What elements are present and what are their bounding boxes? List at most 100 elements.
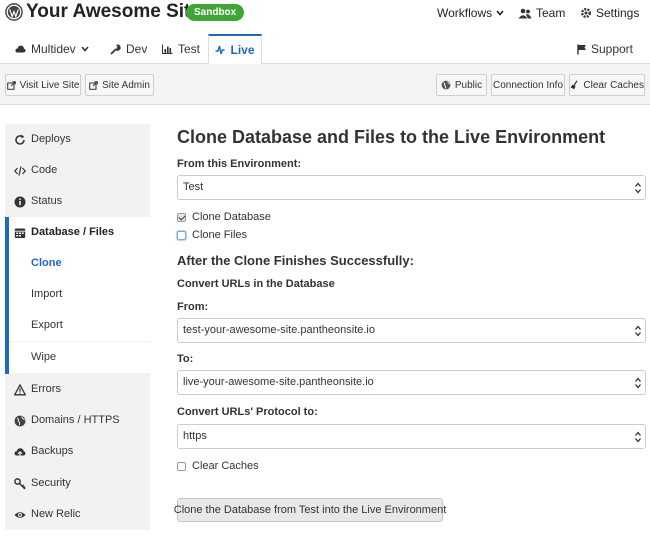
team-label: Team [536,6,566,20]
clone-database-label: Clone Database [192,211,271,223]
sidebar-item-export[interactable]: Export [5,310,150,341]
tab-live[interactable]: Live [208,34,262,65]
cloud-icon [15,45,26,53]
wordpress-logo-icon[interactable] [5,3,23,21]
from-url-label: From: [177,301,209,313]
sidebar-item-security[interactable]: Security [5,468,150,499]
site-admin-button[interactable]: Site Admin [85,74,154,96]
clone-database-option[interactable]: Clone Database [177,210,271,224]
sidebar-item-label: New Relic [31,508,81,520]
connection-info-button[interactable]: Connection Info [491,74,565,96]
clone-submit-button[interactable]: Clone the Database from Test into the Li… [174,498,446,522]
users-icon [518,8,532,18]
clone-database-checkbox[interactable] [177,212,186,222]
from-url-select[interactable]: test-your-awesome-site.pantheonsite.io [177,318,646,343]
globe-icon [14,415,26,427]
sidebar-item-clone[interactable]: Clone [5,248,150,279]
settings-link[interactable]: Settings [580,6,639,20]
protocol-value: https [183,430,207,442]
convert-urls-label: Convert URLs in the Database [177,278,335,290]
sidebar-item-code[interactable]: Code [5,155,150,186]
public-button[interactable]: Public [436,74,487,96]
eye-icon [14,512,26,518]
info-icon [14,196,26,208]
tab-dev[interactable]: Dev [110,34,147,64]
action-toolbar: Visit Live Site Site Admin Public Connec… [0,64,650,105]
clone-files-checkbox[interactable] [177,230,186,240]
select-arrows-icon [635,431,641,443]
clear-caches-option-label: Clear Caches [192,460,259,472]
clear-caches-button[interactable]: Clear Caches [569,74,645,96]
clear-caches-checkbox[interactable] [177,461,186,471]
sidebar-item-label: Wipe [31,351,57,363]
sidebar-item-label: Export [31,319,63,331]
tab-multidev-label: Multidev [31,42,76,56]
key-icon [14,478,26,490]
protocol-label: Convert URLs' Protocol to: [177,406,318,418]
top-header: Your Awesome Site Sandbox Workflows Team… [0,0,650,28]
sidebar-item-label: Security [31,477,71,489]
sidebar-item-new-relic[interactable]: New Relic [5,499,150,530]
visit-live-site-label: Visit Live Site [19,79,80,91]
public-label: Public [454,79,483,91]
sidebar-item-import[interactable]: Import [5,279,150,310]
sidebar-item-database-files[interactable]: Database / Files [5,217,150,248]
support-label: Support [590,42,633,56]
external-link-icon [6,80,16,90]
support-link[interactable]: Support [577,42,633,56]
settings-label: Settings [596,6,640,20]
external-link-icon [89,80,98,90]
to-url-select[interactable]: live-your-awesome-site.pantheonsite.io [177,370,646,395]
from-environment-label: From this Environment: [177,158,302,170]
sidebar-item-label: Database / Files [31,226,115,238]
page-title: Clone Database and Files to the Live Env… [177,127,606,147]
clone-files-label: Clone Files [192,229,248,241]
bar-chart-icon [162,44,173,54]
sidebar-active-indicator [5,217,9,374]
sidebar-item-backups[interactable]: Backups [5,436,150,467]
protocol-select[interactable]: https [177,424,646,449]
pulse-icon [215,45,225,55]
chevron-down-icon [496,10,504,16]
select-arrows-icon [635,182,641,194]
tab-multidev[interactable]: Multidev [15,34,89,64]
sidebar-item-status[interactable]: Status [5,186,150,217]
refresh-icon [15,134,25,145]
select-arrows-icon [635,377,641,389]
wrench-icon [110,43,121,55]
cloud-upload-icon [14,448,26,458]
sidebar-item-label: Deploys [31,133,71,145]
site-admin-label: Site Admin [102,79,150,91]
tab-test[interactable]: Test [162,34,200,64]
sidebar-item-label: Status [31,195,63,207]
from-environment-select[interactable]: Test [177,175,646,200]
workflows-label: Workflows [437,6,493,20]
sidebar-item-label: Errors [31,383,61,395]
chevron-down-icon [81,46,89,52]
to-url-label: To: [177,353,194,365]
sidebar-item-domains-https[interactable]: Domains / HTTPS [5,405,150,436]
tab-test-label: Test [178,42,201,56]
database-icon [14,228,26,238]
from-url-value: test-your-awesome-site.pantheonsite.io [183,324,375,336]
sidebar-item-errors[interactable]: Errors [5,374,150,405]
workflows-menu[interactable]: Workflows [437,6,504,20]
after-clone-heading: After the Clone Finishes Successfully: [177,253,414,268]
globe-icon [441,80,451,90]
environment-tabs: Multidev Dev Test Live Support [0,34,650,65]
clone-files-option[interactable]: Clone Files [177,228,247,242]
sidebar-item-label: Code [31,164,58,176]
connection-info-label: Connection Info [492,79,564,91]
tab-dev-label: Dev [126,42,148,56]
visit-live-site-button[interactable]: Visit Live Site [5,74,81,96]
sidebar-item-label: Backups [31,445,74,457]
warning-icon [14,384,26,396]
select-arrows-icon [635,325,641,337]
sidebar-item-wipe[interactable]: Wipe [5,342,150,373]
team-link[interactable]: Team [518,6,565,20]
clear-caches-option[interactable]: Clear Caches [177,459,259,473]
code-icon [14,166,26,176]
sidebar-item-deploys[interactable]: Deploys [5,124,150,155]
tab-live-label: Live [230,43,255,57]
site-title[interactable]: Your Awesome Site [26,1,201,23]
